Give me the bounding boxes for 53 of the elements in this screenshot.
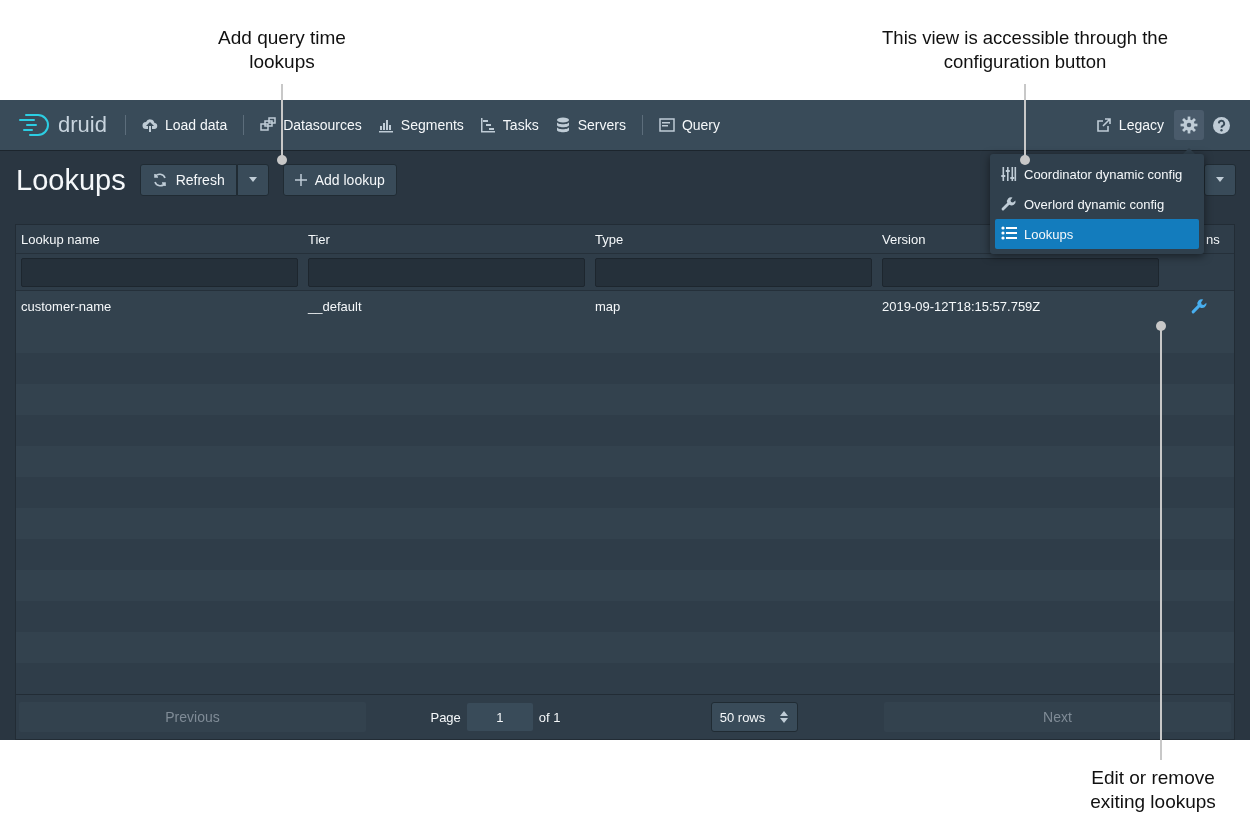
rows-select[interactable]: 50 rows bbox=[710, 702, 799, 732]
dropdown-button[interactable] bbox=[236, 164, 269, 196]
page-count: of 1 bbox=[538, 709, 561, 725]
updown-icon bbox=[779, 710, 790, 724]
sliders-icon bbox=[1001, 166, 1017, 182]
page-label: Page bbox=[430, 709, 461, 725]
nav-item[interactable]: Query bbox=[650, 111, 728, 139]
database-icon bbox=[554, 117, 571, 133]
settings-button[interactable] bbox=[1174, 110, 1204, 140]
logo-icon bbox=[18, 113, 52, 137]
table-cell-text: map bbox=[594, 299, 622, 314]
logo-text: druid bbox=[58, 112, 107, 138]
nav-item[interactable]: Segments bbox=[369, 111, 472, 139]
table-cell-text: 2019-09-12T18:15:57.759Z bbox=[881, 299, 1042, 314]
callout-text: Edit or remove exiting lookups bbox=[1089, 766, 1217, 814]
stack-icon bbox=[260, 117, 277, 133]
menu-item[interactable]: Lookups bbox=[995, 219, 1199, 249]
nav-item[interactable]: Tasks bbox=[471, 111, 547, 139]
add-lookup-button[interactable]: Add lookup bbox=[282, 164, 397, 196]
table-cell-text: customer-name bbox=[20, 299, 113, 314]
refresh-icon bbox=[151, 172, 168, 188]
gantt-icon bbox=[479, 117, 496, 133]
list-icon bbox=[1001, 226, 1017, 242]
nav-item[interactable]: Load data bbox=[133, 111, 236, 139]
table-cell-text: __default bbox=[306, 299, 363, 314]
column-header[interactable]: Type bbox=[590, 231, 877, 247]
page-field[interactable]: 1 bbox=[466, 703, 533, 731]
window-icon bbox=[658, 117, 675, 133]
upload-icon bbox=[141, 117, 158, 133]
callout-text: Add query time lookups bbox=[217, 26, 347, 74]
caret-icon bbox=[247, 177, 258, 183]
caret-icon bbox=[1215, 177, 1225, 183]
dropdown-button[interactable] bbox=[1204, 164, 1236, 196]
legacy-link[interactable]: Legacy bbox=[1087, 111, 1172, 139]
page-title: Lookups bbox=[16, 163, 126, 197]
external-link-icon bbox=[1095, 117, 1112, 133]
filter-field[interactable] bbox=[882, 257, 1159, 287]
bar-chart-icon bbox=[377, 117, 394, 133]
settings-icon bbox=[1180, 116, 1198, 134]
filter-field[interactable] bbox=[21, 257, 298, 287]
help-icon bbox=[1212, 116, 1230, 134]
filter-field[interactable] bbox=[595, 257, 872, 287]
plus-icon bbox=[294, 174, 307, 186]
filter-field[interactable] bbox=[308, 257, 585, 287]
nav-item[interactable]: Servers bbox=[546, 111, 634, 139]
menu-item[interactable]: Overlord dynamic config bbox=[995, 189, 1199, 219]
nav-item[interactable]: Datasources bbox=[252, 111, 370, 139]
refresh-button[interactable]: Refresh bbox=[139, 164, 237, 196]
column-header[interactable]: Lookup name bbox=[16, 231, 303, 247]
callout-text: This view is accessible through the configuration button bbox=[881, 26, 1169, 74]
wrench-icon[interactable] bbox=[1190, 298, 1208, 315]
column-header[interactable]: Tier bbox=[303, 231, 590, 247]
wrench-icon bbox=[1001, 196, 1017, 212]
